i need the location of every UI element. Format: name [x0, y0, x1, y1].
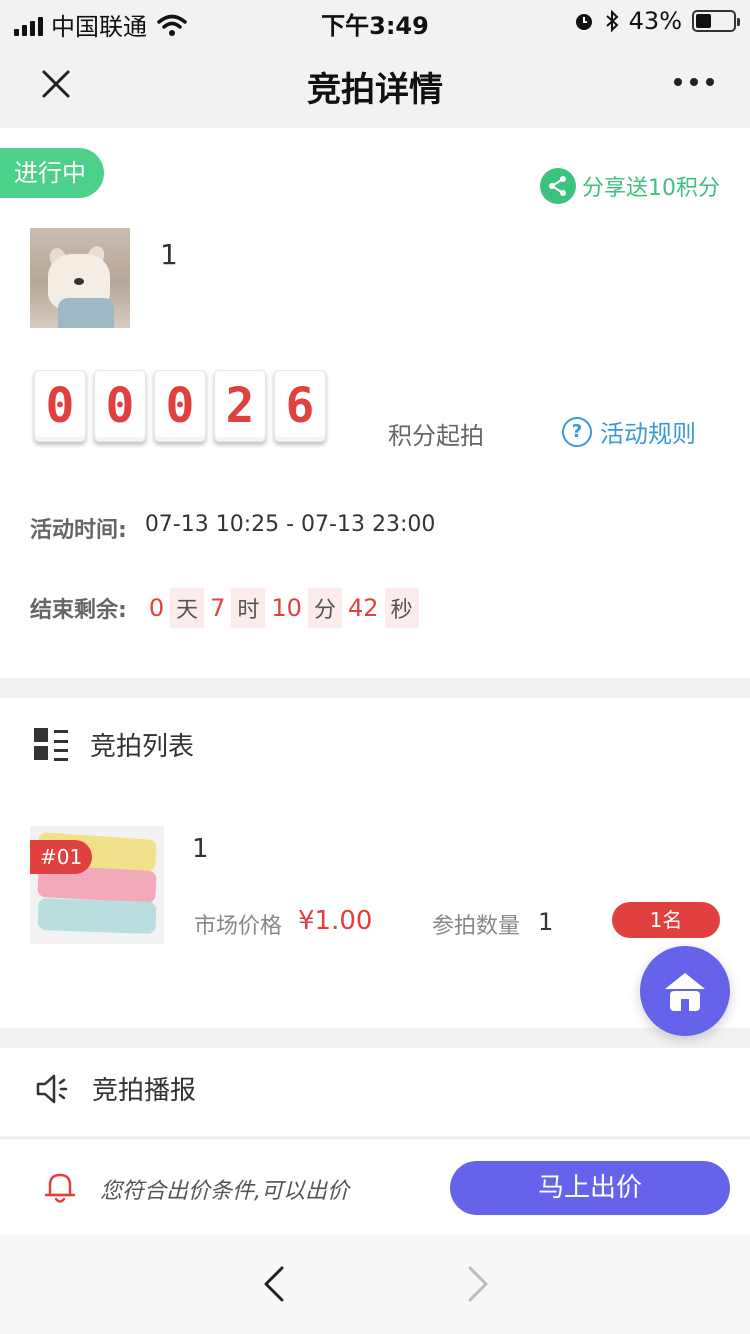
alarm-icon [575, 14, 592, 30]
points-digit: 6 [274, 370, 326, 442]
battery-icon [692, 10, 740, 32]
days-unit: 天 [170, 588, 205, 628]
bid-now-button[interactable]: 马上出价 [450, 1161, 730, 1215]
status-badge: 进行中 [0, 148, 104, 198]
market-price-value: ¥1.00 [298, 906, 373, 936]
bid-count-value: 1 [538, 908, 554, 936]
home-button[interactable] [640, 946, 730, 1036]
activity-time-label: 活动时间: [30, 518, 127, 543]
product-name: 1 [192, 834, 209, 864]
bid-count-label: 参拍数量 [432, 914, 521, 939]
bid-list-title: 竞拍列表 [90, 732, 195, 762]
question-circle-icon: ? [562, 416, 592, 447]
broadcast-section: 竞拍播报 [0, 1048, 750, 1136]
share-icon [540, 168, 576, 204]
remaining-label: 结束剩余: [30, 598, 127, 623]
countdown-hours: 7 [210, 594, 226, 622]
rules-label: 活动规则 [600, 420, 696, 448]
more-dots-icon[interactable] [674, 78, 714, 86]
hours-unit: 时 [231, 588, 266, 628]
activity-rules-link[interactable]: ? 活动规则 [562, 414, 696, 449]
seconds-unit: 秒 [384, 588, 419, 628]
rank-badge: #01 [30, 840, 93, 874]
points-digit: 0 [34, 370, 86, 442]
navigation-bar: 竞拍详情 [0, 40, 750, 128]
start-points-label: 积分起拍 [388, 422, 484, 450]
battery-percent: 43% [628, 7, 682, 35]
forward-arrow-icon[interactable] [466, 1264, 490, 1304]
list-icon [34, 727, 68, 762]
bid-list-header: 竞拍列表 [34, 726, 194, 763]
place-pill: 1名 [612, 902, 720, 938]
countdown-minutes: 10 [271, 594, 302, 622]
auction-detail-card: 进行中 分享送10积分 1 0 0 0 2 6 积分起拍 ? 活动规则 活动时间… [0, 128, 750, 678]
bluetooth-icon [605, 10, 619, 32]
points-digit: 0 [94, 370, 146, 442]
item-name: 1 [160, 238, 178, 271]
countdown-row: 结束剩余: 0 天 7 时 10 分 42 秒 [30, 588, 419, 628]
activity-time-row: 活动时间: 07-13 10:25 - 07-13 23:00 [30, 512, 435, 544]
status-bar: 中国联通 下午3:49 43% [0, 0, 750, 41]
bell-icon [44, 1173, 76, 1203]
back-arrow-icon[interactable] [262, 1264, 286, 1304]
share-button[interactable]: 分享送10积分 [540, 168, 720, 204]
bid-list-section: 竞拍列表 #01 1 市场价格 ¥1.00 参拍数量 1 1名 [0, 698, 750, 1028]
browser-toolbar [0, 1234, 750, 1334]
item-thumbnail[interactable] [30, 228, 130, 328]
market-price-label: 市场价格 [194, 914, 283, 939]
broadcast-title: 竞拍播报 [92, 1076, 197, 1106]
bid-action-bar: 您符合出价条件,可以出价 马上出价 [0, 1138, 750, 1234]
home-icon [665, 973, 705, 1011]
points-digit: 2 [214, 370, 266, 442]
minutes-unit: 分 [307, 588, 342, 628]
points-digit: 0 [154, 370, 206, 442]
countdown-days: 0 [148, 594, 165, 622]
countdown-seconds: 42 [347, 594, 379, 622]
speaker-icon [36, 1074, 68, 1103]
list-item[interactable]: #01 1 市场价格 ¥1.00 参拍数量 1 1名 [30, 826, 720, 946]
start-points-counter: 0 0 0 2 6 [34, 370, 326, 442]
share-label: 分享送10积分 [582, 176, 720, 201]
broadcast-header: 竞拍播报 [34, 1070, 196, 1107]
eligibility-text: 您符合出价条件,可以出价 [100, 1179, 349, 1204]
activity-time-value: 07-13 10:25 - 07-13 23:00 [144, 512, 436, 537]
page-title: 竞拍详情 [307, 70, 443, 110]
